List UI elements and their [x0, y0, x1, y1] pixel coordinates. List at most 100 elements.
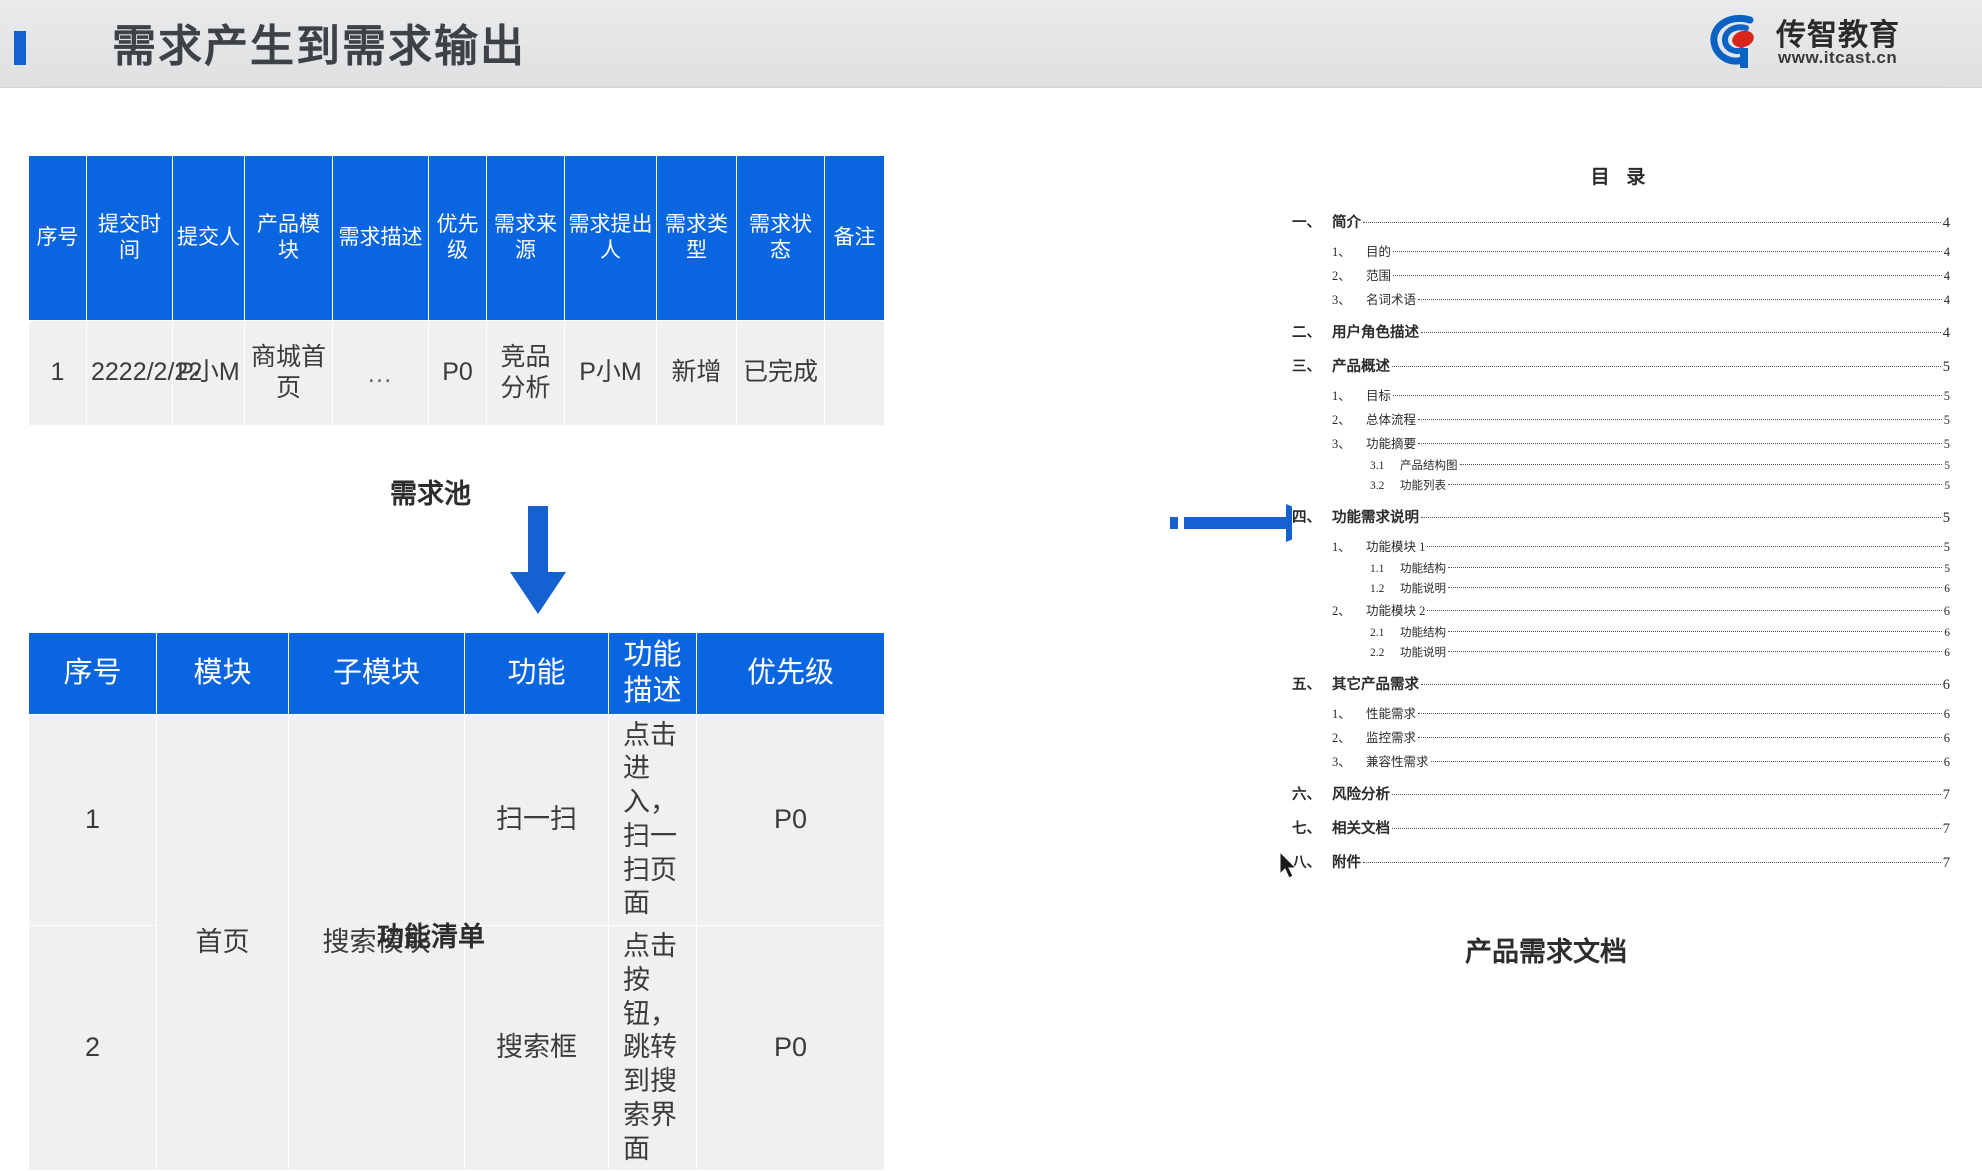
toc-page-number: 6 — [1944, 647, 1950, 659]
toc-entry[interactable]: 一、 简介 4 — [1292, 211, 1950, 232]
toc-entry-number: 2、 — [1332, 604, 1351, 618]
toc-entry[interactable]: 3、 功能摘要 5 — [1292, 433, 1950, 452]
cell-gongnengmiaoshu: 点击按钮，跳转到搜索界面 — [608, 924, 697, 1171]
toc-entry[interactable]: 2、 总体流程 5 — [1292, 409, 1950, 428]
toc-entry-number: 1.2 — [1370, 583, 1385, 595]
col-header-xuqiutichuren: 需求提出人 — [564, 155, 657, 321]
cell-xuhao: 1 — [28, 320, 87, 426]
title-accent-bar — [14, 31, 26, 65]
cell-xuqiulaiyuan: 竞品分析 — [486, 320, 565, 426]
toc-entry-number: 三、 — [1292, 359, 1321, 375]
cell-xuqiuleixing: 新增 — [656, 320, 737, 426]
table-header-row: 序号 提交时间 提交人 产品模块 需求描述 优先级 需求来源 需求提出人 需求类… — [28, 155, 885, 321]
toc-page-number: 4 — [1942, 215, 1950, 231]
toc-entry-number: 1、 — [1332, 245, 1351, 259]
toc-entry[interactable]: 3、 兼容性需求 6 — [1292, 751, 1950, 770]
col-header-xuqiumiaoshu: 需求描述 — [332, 155, 429, 321]
toc-entry[interactable]: 3、 名词术语 4 — [1292, 289, 1950, 308]
col-header-mokuai: 模块 — [156, 632, 289, 715]
toc-entry-number: 2.2 — [1370, 647, 1385, 659]
toc-entry-label: 总体流程 — [1366, 413, 1417, 427]
toc-leader-dots — [1393, 395, 1942, 396]
toc-entry[interactable]: 二、 用户角色描述 4 — [1292, 321, 1950, 342]
toc-entry-label: 名词术语 — [1366, 293, 1417, 307]
toc-leader-dots — [1448, 484, 1943, 485]
toc-entry-label: 风险分析 — [1332, 787, 1390, 803]
toc-entry[interactable]: 六、 风险分析 7 — [1292, 783, 1950, 804]
toc-entry[interactable]: 五、 其它产品需求 6 — [1292, 673, 1950, 694]
toc-entry-number: 3.1 — [1370, 460, 1385, 472]
toc-entry[interactable]: 1、 功能模块 1 5 — [1292, 536, 1950, 555]
toc-entry-number: 3、 — [1332, 437, 1351, 451]
col-header-tijiaoshijian: 提交时间 — [86, 155, 173, 321]
cell-gongneng: 搜索框 — [464, 924, 609, 1171]
toc-entry-number: 一、 — [1292, 215, 1321, 231]
toc-entry[interactable]: 1.1 功能结构 5 — [1292, 560, 1950, 576]
cell-xuqiumiaoshu: … — [332, 320, 429, 426]
toc-page-number: 7 — [1942, 787, 1950, 803]
toc-entry[interactable]: 2、 监控需求 6 — [1292, 727, 1950, 746]
toc-entry[interactable]: 2.2 功能说明 6 — [1292, 644, 1950, 660]
toc-entry-number: 七、 — [1292, 821, 1321, 837]
prd-caption: 产品需求文档 — [1465, 937, 1627, 967]
toc-page-number: 6 — [1944, 583, 1950, 595]
toc-entry[interactable]: 1、 目标 5 — [1292, 385, 1950, 404]
cell-xuhao: 2 — [28, 924, 157, 1171]
toc-entry-label: 目的 — [1366, 245, 1392, 259]
toc-leader-dots — [1392, 794, 1941, 795]
toc-page-number: 6 — [1943, 604, 1950, 618]
toc-entry[interactable]: 三、 产品概述 5 — [1292, 355, 1950, 376]
toc-entry-label: 功能说明 — [1400, 647, 1446, 659]
toc-entry-label: 功能模块 2 — [1366, 604, 1426, 618]
prd-toc-document: 目 录 一、 简介 4 1、 目的 4 2、 范围 4 3、 名词术语 4 二、 用户角色描述 4 三、 产品概… — [1292, 150, 1950, 910]
toc-page-number: 5 — [1942, 359, 1950, 375]
toc-leader-dots — [1418, 299, 1942, 300]
toc-entry-number: 1、 — [1332, 540, 1351, 554]
toc-entry-number: 六、 — [1292, 787, 1321, 803]
toc-page-number: 6 — [1944, 627, 1950, 639]
header-inner: 需求产生到需求输出 传智教育 www.itcast.cn — [0, 0, 1982, 88]
toc-entry-label: 监控需求 — [1366, 731, 1417, 745]
toc-entry[interactable]: 1、 性能需求 6 — [1292, 703, 1950, 722]
toc-leader-dots — [1459, 464, 1943, 465]
toc-leader-dots — [1448, 631, 1943, 632]
toc-entry[interactable]: 八、 附件 7 — [1292, 851, 1950, 872]
toc-entry-number: 二、 — [1292, 325, 1321, 341]
toc-entry-label: 用户角色描述 — [1332, 325, 1419, 341]
col-header-xuqiuzhuangtai: 需求状态 — [736, 155, 825, 321]
toc-entry[interactable]: 2、 范围 4 — [1292, 265, 1950, 284]
toc-entry-label: 简介 — [1332, 215, 1361, 231]
toc-entry[interactable]: 2、 功能模块 2 6 — [1292, 600, 1950, 619]
toc-entry[interactable]: 3.1 产品结构图 5 — [1292, 457, 1950, 473]
cell-beizhu — [824, 320, 885, 426]
col-header-xuqiulaiyuan: 需求来源 — [486, 155, 565, 321]
toc-entry[interactable]: 2.1 功能结构 6 — [1292, 624, 1950, 640]
col-header-zimokuai: 子模块 — [288, 632, 465, 715]
feature-list-caption: 功能清单 — [377, 922, 485, 952]
toc-leader-dots — [1421, 517, 1941, 518]
toc-leader-dots — [1427, 610, 1942, 611]
toc-entry-label: 功能结构 — [1400, 563, 1446, 575]
toc-entry[interactable]: 3.2 功能列表 5 — [1292, 477, 1950, 493]
toc-page-number: 4 — [1943, 269, 1950, 283]
cell-youxianji: P0 — [696, 713, 885, 926]
toc-entry[interactable]: 七、 相关文档 7 — [1292, 817, 1950, 838]
toc-entry-label: 相关文档 — [1332, 821, 1390, 837]
logo-url: www.itcast.cn — [1778, 48, 1898, 67]
toc-entry[interactable]: 1.2 功能说明 6 — [1292, 580, 1950, 596]
toc-entry[interactable]: 四、 功能需求说明 5 — [1292, 506, 1950, 527]
table-row: 1 首页 搜索模块 扫一扫 点击进入，扫一扫页面 P0 — [28, 713, 885, 1171]
toc-leader-dots — [1421, 332, 1941, 333]
mouse-cursor-icon — [1279, 850, 1300, 882]
toc-page-number: 5 — [1943, 413, 1950, 427]
toc-page-number: 7 — [1942, 821, 1950, 837]
toc-page-number: 4 — [1943, 245, 1950, 259]
toc-leader-dots — [1363, 222, 1941, 223]
toc-page-number: 4 — [1942, 325, 1950, 341]
toc-entry[interactable]: 1、 目的 4 — [1292, 241, 1950, 260]
col-header-chanpinmokuai: 产品模块 — [244, 155, 333, 321]
toc-page-number: 5 — [1944, 563, 1950, 575]
toc-leader-dots — [1448, 651, 1943, 652]
col-header-beizhu: 备注 — [824, 155, 885, 321]
cell-gongnengmiaoshu: 点击进入，扫一扫页面 — [608, 713, 697, 926]
